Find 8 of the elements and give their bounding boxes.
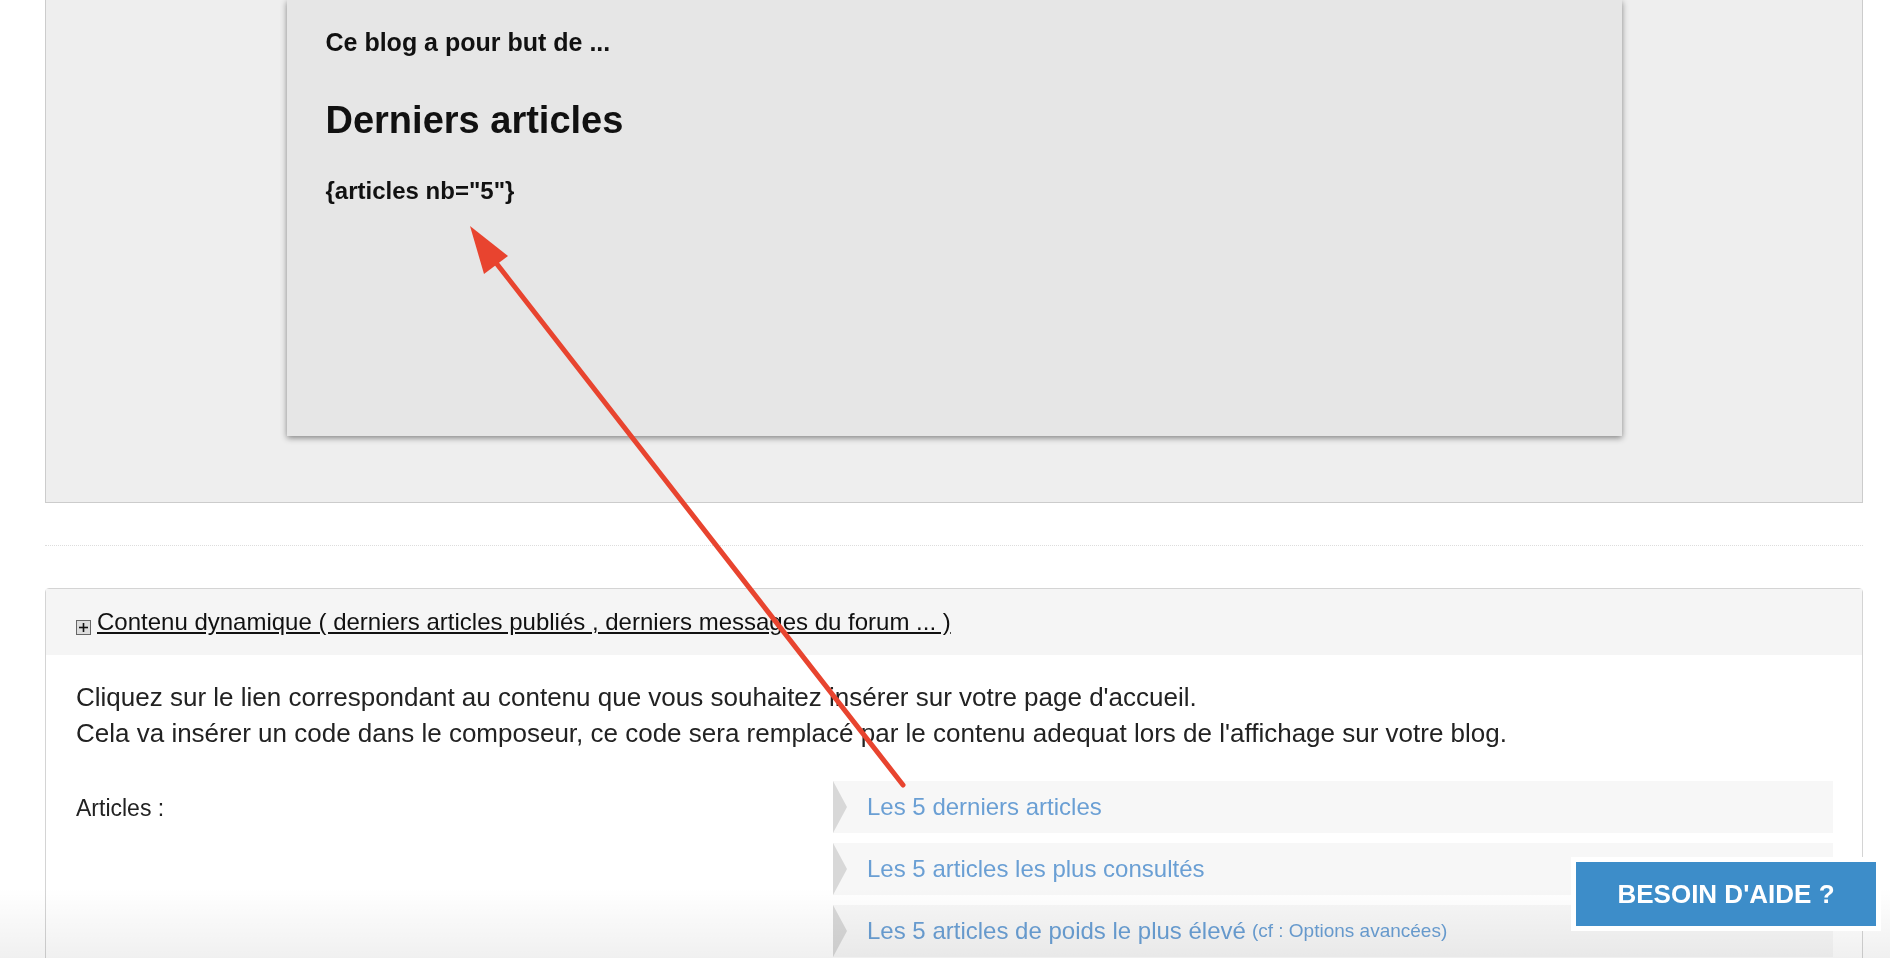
chevron-icon <box>833 781 847 833</box>
code-text: {articles nb="5"} <box>325 175 516 206</box>
group-label: Articles : <box>76 794 166 823</box>
intro-text: Ce blog a pour but de ... <box>325 27 612 58</box>
insert-link[interactable]: Les 5 derniers articles <box>833 781 1833 833</box>
chevron-icon <box>833 843 847 895</box>
section-heading: Derniers articles <box>325 97 625 143</box>
help-button[interactable]: BESOIN D'AIDE ? <box>1576 862 1876 926</box>
